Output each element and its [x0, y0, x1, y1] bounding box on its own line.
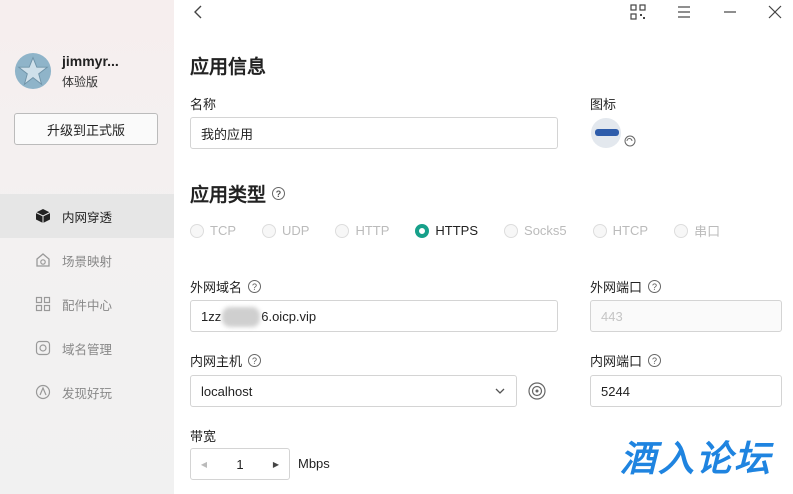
sidebar-item-label: 配件中心 [62, 298, 113, 313]
close-icon[interactable] [767, 4, 783, 20]
external-port-label: 外网端口? [590, 277, 662, 296]
domain-icon [34, 339, 52, 357]
sidebar-item-scene[interactable]: 场景映射 [0, 238, 174, 282]
scan-network-icon[interactable] [527, 381, 547, 401]
sidebar-nav: 内网穿透 场景映射 配件中心 域名管理 发现好玩 [0, 194, 174, 414]
help-icon[interactable]: ? [648, 280, 662, 293]
help-icon[interactable]: ? [248, 354, 262, 367]
redaction-blur [222, 307, 260, 327]
internal-host-label: 内网主机? [190, 351, 262, 370]
name-label: 名称 [190, 97, 217, 112]
increment-button[interactable]: ▶ [263, 449, 289, 479]
title-bar [174, 0, 793, 26]
external-port-input[interactable]: 443 [590, 300, 782, 332]
username: jimmyr... [62, 52, 119, 69]
radio-socks5[interactable]: Socks5 [504, 223, 567, 238]
help-icon[interactable]: ? [272, 187, 286, 200]
app-icon-picker[interactable] [590, 116, 640, 150]
bandwidth-label: 带宽 [190, 429, 217, 444]
app-type-radio-group: TCP UDP HTTP HTTPS Socks5 HTCP 串口 [190, 221, 746, 240]
radio-tcp[interactable]: TCP [190, 223, 236, 238]
qr-code-icon[interactable] [630, 4, 646, 20]
bandwidth-value[interactable]: 1 [217, 457, 263, 472]
scene-icon [34, 251, 52, 269]
sidebar-item-label: 域名管理 [62, 342, 113, 357]
bandwidth-stepper: ◀ 1 ▶ [190, 448, 290, 480]
sidebar-item-accessories[interactable]: 配件中心 [0, 282, 174, 326]
internal-port-input[interactable]: 5244 [590, 375, 782, 407]
app-info-heading: 应用信息 [190, 57, 267, 78]
sidebar-item-label: 内网穿透 [62, 210, 113, 225]
radio-https[interactable]: HTTPS [415, 223, 478, 238]
radio-udp[interactable]: UDP [262, 223, 309, 238]
radio-http[interactable]: HTTP [335, 223, 389, 238]
grid-icon [34, 295, 52, 313]
app-type-heading-text: 应用类型 [190, 185, 267, 206]
upgrade-button[interactable]: 升级到正式版 [14, 113, 158, 145]
sidebar-item-label: 场景映射 [62, 254, 113, 269]
internal-host-select[interactable]: localhost [190, 375, 517, 407]
sidebar-item-discover[interactable]: 发现好玩 [0, 370, 174, 414]
sidebar-item-label: 发现好玩 [62, 386, 113, 401]
cube-icon [34, 207, 52, 225]
sidebar-item-domain[interactable]: 域名管理 [0, 326, 174, 370]
radio-htcp[interactable]: HTCP [592, 223, 648, 238]
bandwidth-unit: Mbps [298, 456, 330, 471]
minimize-icon[interactable] [722, 4, 738, 20]
chevron-down-icon [495, 388, 505, 394]
help-icon[interactable]: ? [648, 354, 662, 367]
watermark-logo: 酒入论坛 [620, 438, 773, 479]
app-type-heading: 应用类型 ? [190, 180, 286, 207]
help-icon[interactable]: ? [248, 280, 262, 293]
star-avatar-icon [14, 52, 52, 90]
menu-icon[interactable] [676, 4, 692, 20]
name-input[interactable]: 我的应用 [190, 117, 558, 149]
sidebar: jimmyr... 体验版 升级到正式版 内网穿透 场景映射 配件中心 域名管理… [0, 0, 174, 494]
sidebar-item-intranet[interactable]: 内网穿透 [0, 194, 174, 238]
radio-serial[interactable]: 串口 [674, 221, 720, 240]
discover-icon [34, 383, 52, 401]
external-domain-label: 外网域名? [190, 277, 262, 296]
icon-label: 图标 [590, 97, 617, 112]
user-profile: jimmyr... 体验版 [14, 52, 119, 90]
decrement-button[interactable]: ◀ [191, 449, 217, 479]
plan-label: 体验版 [62, 74, 99, 89]
back-arrow-icon[interactable] [190, 3, 208, 21]
internal-port-label: 内网端口? [590, 351, 662, 370]
